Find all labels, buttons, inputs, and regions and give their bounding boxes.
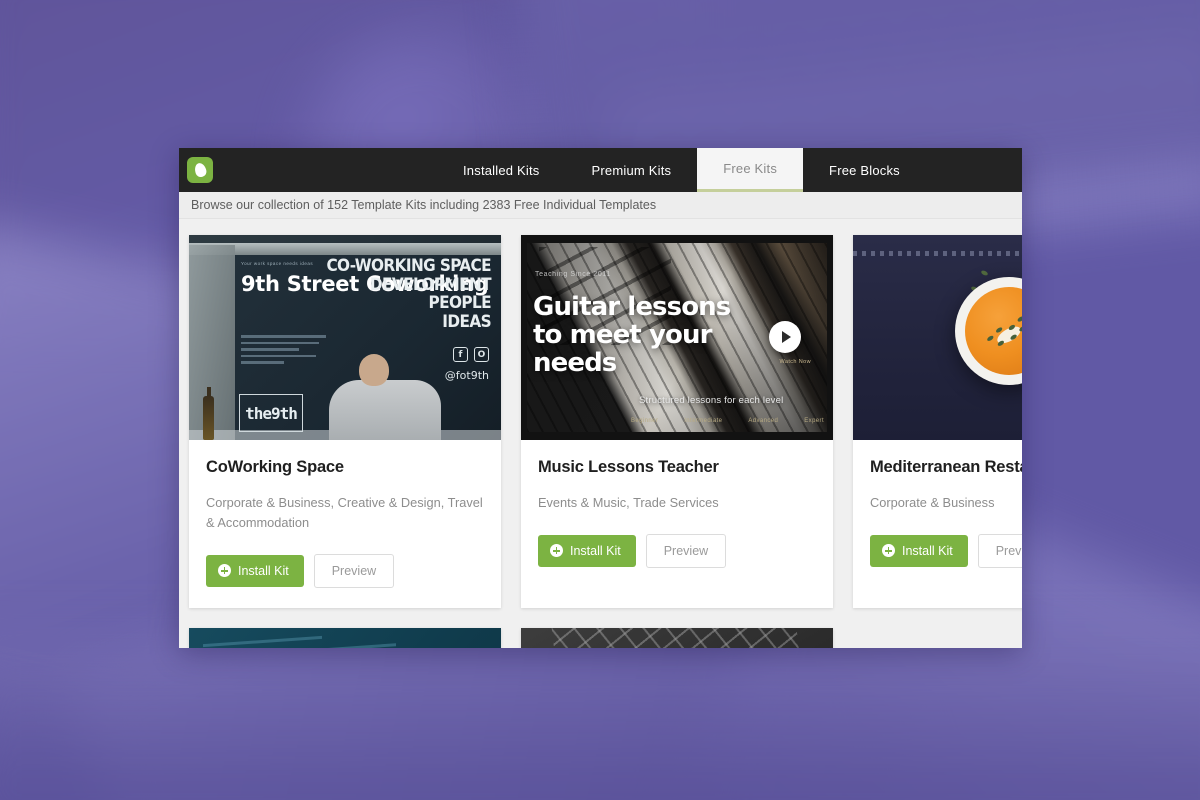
- backdrop-bottom-band: [0, 640, 1200, 800]
- window-header: Installed Kits Premium Kits Free Kits Fr…: [179, 148, 1022, 192]
- kit-card-actions: Install Kit Preview: [538, 533, 816, 568]
- kit-categories: Corporate & Business: [870, 495, 995, 510]
- preview-button[interactable]: Preview: [977, 533, 1022, 568]
- install-kit-button[interactable]: Install Kit: [870, 534, 968, 567]
- collection-summary: Browse our collection of 152 Template Ki…: [179, 192, 1022, 219]
- kit-card[interactable]: [521, 627, 833, 648]
- cw-person-figure: [325, 354, 445, 440]
- kit-card[interactable]: Teaching Since 2011 Guitar lessons to me…: [521, 235, 833, 608]
- preview-button[interactable]: Preview: [313, 553, 395, 588]
- cw-person-head: [359, 354, 389, 386]
- cw-person-torso: [329, 380, 441, 440]
- kit-card[interactable]: Mediterranean Restaurant Corporate & Bus…: [853, 235, 1022, 608]
- cw-headline-3: PEOPLE: [428, 293, 492, 314]
- kit-card[interactable]: [189, 627, 501, 648]
- gt-headline-3: needs: [533, 348, 617, 379]
- leaf-icon: [187, 157, 213, 183]
- cw-rail: [189, 243, 501, 255]
- gt-level-3: Advanced: [748, 418, 779, 424]
- kit-categories: Events & Music, Trade Services: [538, 495, 719, 510]
- kit-card-body: Mediterranean Restaurant Corporate & Bus…: [853, 440, 1022, 588]
- install-kit-label: Install Kit: [238, 563, 289, 578]
- install-kit-label: Install Kit: [902, 543, 953, 558]
- cw-social-icons: f O: [453, 347, 489, 362]
- kit-title: CoWorking Space: [206, 458, 344, 476]
- install-kit-button[interactable]: Install Kit: [538, 534, 636, 567]
- gt-levels: Beginner Intermediate Advanced Expert: [631, 418, 824, 424]
- install-kit-button[interactable]: Install Kit: [206, 554, 304, 587]
- kit-thumbnail-coworking[interactable]: Your work space needs ideas 9th Street C…: [189, 235, 501, 440]
- app-logo: [179, 148, 223, 192]
- code-lines: [189, 628, 501, 648]
- tab-bar: Installed Kits Premium Kits Free Kits Fr…: [437, 148, 926, 192]
- gt-headline-2: to meet your: [533, 320, 712, 351]
- collection-summary-text: Browse our collection of 152 Template Ki…: [191, 198, 657, 212]
- plus-circle-icon: [882, 544, 895, 558]
- cw-headline: CO-WORKING SPACE DEVELOPMENT PEOPLE IDEA…: [326, 257, 491, 332]
- kit-categories: Corporate & Business, Creative & Design,…: [206, 495, 483, 530]
- ceiling-grid: [550, 627, 823, 648]
- kit-thumbnail-guitar[interactable]: Teaching Since 2011 Guitar lessons to me…: [521, 235, 833, 440]
- kit-thumbnail-ceiling[interactable]: [521, 627, 833, 648]
- cw-headline-4: IDEAS: [442, 312, 491, 333]
- kit-thumbnail-code[interactable]: [189, 627, 501, 648]
- tab-free-blocks[interactable]: Free Blocks: [803, 148, 926, 192]
- template-kits-window: Installed Kits Premium Kits Free Kits Fr…: [179, 148, 1022, 648]
- plus-circle-icon: [550, 544, 563, 558]
- tab-installed-kits[interactable]: Installed Kits: [437, 148, 566, 192]
- cw-social-handle: @fot9th: [444, 369, 489, 382]
- kit-thumbnail-soup[interactable]: [853, 235, 1022, 440]
- cw-bottle: [203, 387, 214, 440]
- gt-headline-1: Guitar lessons: [533, 292, 731, 322]
- gt-subtext: Structured lessons for each level: [639, 395, 784, 406]
- kit-title: Music Lessons Teacher: [538, 458, 719, 476]
- preview-button[interactable]: Preview: [645, 533, 727, 568]
- gt-level-4: Expert: [804, 418, 825, 424]
- kit-card[interactable]: Your work space needs ideas 9th Street C…: [189, 235, 501, 608]
- kit-title: Mediterranean Restaurant: [870, 458, 1022, 476]
- gt-level-1: Beginner: [631, 418, 659, 424]
- tab-premium-kits[interactable]: Premium Kits: [566, 148, 698, 192]
- leaf-glyph: [192, 161, 208, 179]
- cw-headline-2: DEVELOPMENT: [369, 274, 492, 295]
- play-icon[interactable]: [769, 321, 801, 353]
- cw-body-text-lines: [241, 335, 326, 368]
- sp-garnish: [984, 311, 1022, 354]
- gt-since-text: Teaching Since 2011: [535, 271, 611, 278]
- cw-headline-1: CO-WORKING SPACE: [326, 256, 491, 276]
- plus-circle-icon: [218, 564, 231, 578]
- gt-level-2: Intermediate: [684, 418, 723, 424]
- install-kit-label: Install Kit: [570, 543, 621, 558]
- kit-card-body: CoWorking Space Corporate & Business, Cr…: [189, 440, 501, 608]
- gt-watch-label: Watch Now: [779, 359, 811, 365]
- kit-grid: Your work space needs ideas 9th Street C…: [179, 219, 1022, 648]
- kit-card-actions: Install Kit Preview: [870, 533, 1022, 568]
- sp-soup: [965, 287, 1022, 375]
- tab-free-kits[interactable]: Free Kits: [697, 148, 804, 192]
- facebook-icon: f: [453, 347, 468, 362]
- gt-headline: Guitar lessons to meet your needs: [533, 292, 731, 379]
- cw-logo-box: the9th: [239, 394, 303, 432]
- kit-card-actions: Install Kit Preview: [206, 553, 484, 588]
- kit-card-body: Music Lessons Teacher Events & Music, Tr…: [521, 440, 833, 588]
- instagram-icon: O: [474, 347, 489, 362]
- cw-small-top-text: Your work space needs ideas: [241, 261, 314, 266]
